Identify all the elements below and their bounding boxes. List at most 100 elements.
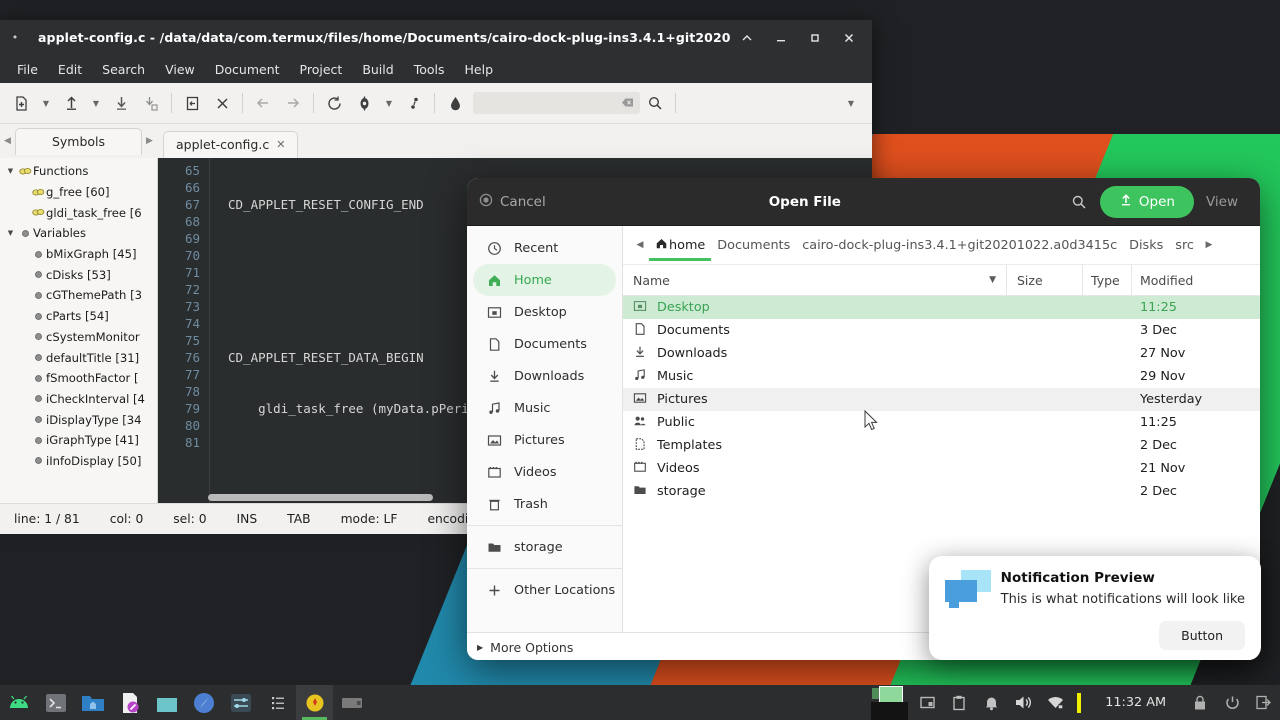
launcher-window-icon[interactable] [333,685,370,720]
expander-icon[interactable]: ▼ [4,229,17,237]
symbol-row[interactable]: iCheckInterval [4 [0,389,157,410]
launcher-browser-icon[interactable] [185,685,222,720]
menu-build[interactable]: Build [353,58,402,81]
save-all-icon[interactable] [136,88,166,118]
search-icon[interactable] [640,88,670,118]
column-header-name[interactable]: Name ▼ [623,273,1006,288]
search-icon[interactable] [1064,194,1094,210]
file-name-cell[interactable]: Videos [623,460,1017,478]
window-titlebar[interactable]: • applet-config.c - /data/data/com.termu… [0,20,872,55]
navigate-back-icon[interactable] [248,88,278,118]
sidebar-notebook[interactable]: ◀ Symbols ▶ [0,124,157,158]
view-button[interactable]: View [1200,194,1248,210]
symbol-row[interactable]: iGraphType [41] [0,430,157,451]
menu-help[interactable]: Help [456,58,503,81]
breadcrumb-next-icon[interactable]: ▶ [1200,240,1218,250]
notebook-tabs[interactable]: ◀ Symbols ▶ applet-config.c ✕ [0,124,872,158]
symbols-tree[interactable]: ▼ Functions g_free [60] gldi_task_free [… [0,158,158,503]
menu-document[interactable]: Document [206,58,289,81]
toolbar-overflow-chevron-down-icon[interactable]: ▼ [836,88,866,118]
sidebar-tab-next-icon[interactable]: ▶ [142,136,157,146]
menu-file[interactable]: File [8,58,47,81]
file-name-cell[interactable]: storage [623,483,1017,501]
breadcrumb-src[interactable]: src [1169,230,1200,260]
breadcrumb-home[interactable]: home [649,229,712,261]
sidebar-item-videos[interactable]: Videos [473,456,616,488]
table-row[interactable]: Videos 21 Nov [623,457,1260,480]
toolbar-search-box[interactable] [473,92,640,114]
triangle-right-icon[interactable]: ▶ [477,643,483,652]
file-name-cell[interactable]: Downloads [623,345,1017,363]
file-name-cell[interactable]: Desktop [623,299,1017,317]
save-icon[interactable] [106,88,136,118]
table-row[interactable]: Public 11:25 [623,411,1260,434]
minimize-icon[interactable] [764,20,798,55]
taskbar-clock[interactable]: 11:32 AM [1087,695,1184,710]
sidebar-item-desktop[interactable]: Desktop [473,296,616,328]
file-name-cell[interactable]: Documents [623,322,1017,340]
tab-close-icon[interactable]: ✕ [276,138,285,151]
symbol-row[interactable]: iInfoDisplay [50] [0,451,157,472]
notification-bell-icon[interactable] [975,685,1007,720]
sidebar-item-documents[interactable]: Documents [473,328,616,360]
sidebar-item-storage[interactable]: storage [473,531,616,563]
close-document-icon[interactable] [207,88,237,118]
table-row[interactable]: storage 2 Dec [623,480,1260,503]
symbol-row[interactable]: fSmoothFactor [ [0,368,157,389]
maximize-icon[interactable] [798,20,832,55]
launcher-menu-icon[interactable] [259,685,296,720]
tab-symbols[interactable]: Symbols [15,127,142,155]
breadcrumb-project[interactable]: cairo-dock-plug-ins3.4.1+git20201022.a0d… [796,230,1123,260]
symbol-row[interactable]: cGThemePath [3 [0,285,157,306]
table-row[interactable]: Downloads 27 Nov [623,342,1260,365]
menu-edit[interactable]: Edit [49,58,91,81]
shade-icon[interactable] [730,20,764,55]
compile-icon[interactable] [319,88,349,118]
sidebar-item-home[interactable]: Home [473,264,616,296]
open-file-icon[interactable] [56,88,86,118]
table-row[interactable]: Desktop 11:25 [623,296,1260,319]
symbol-row[interactable]: ▼ Variables [0,223,157,244]
sidebar-item-downloads[interactable]: Downloads [473,360,616,392]
column-headers[interactable]: Name ▼ Size Type Modified [623,265,1260,296]
color-picker-icon[interactable] [440,88,470,118]
clear-icon[interactable] [621,94,634,113]
launcher-video-player-icon[interactable] [148,685,185,720]
symbol-row[interactable]: g_free [60] [0,182,157,203]
sidebar-item-other-locations[interactable]: Other Locations [473,574,616,606]
cancel-button[interactable]: Cancel [479,193,546,211]
sidebar-item-recent[interactable]: Recent [473,232,616,264]
new-file-dropdown-icon[interactable]: ▼ [36,88,56,118]
open-button[interactable]: Open [1099,185,1194,218]
launcher-android-icon[interactable] [0,685,37,720]
file-name-cell[interactable]: Templates [623,437,1017,455]
symbol-row[interactable]: bMixGraph [45] [0,244,157,265]
breadcrumb-disks[interactable]: Disks [1123,230,1169,260]
lock-icon[interactable] [1184,685,1216,720]
fold-margin[interactable] [209,158,220,503]
symbol-row[interactable]: iDisplayType [34 [0,409,157,430]
table-row[interactable]: Templates 2 Dec [623,434,1260,457]
logout-icon[interactable] [1248,685,1280,720]
scrollbar-thumb[interactable] [208,494,433,501]
file-name-cell[interactable]: Pictures [623,391,1017,409]
launcher-terminal-icon[interactable] [37,685,74,720]
column-header-size[interactable]: Size [1006,265,1082,295]
run-icon[interactable] [399,88,429,118]
symbol-row[interactable]: defaultTitle [31] [0,347,157,368]
symbol-row[interactable]: cSystemMonitor [0,327,157,348]
toolbar-search-input[interactable] [479,95,621,111]
places-sidebar[interactable]: Recent Home Desktop Documents Downloads … [467,226,623,632]
launcher-files-icon[interactable] [74,685,111,720]
sidebar-tab-prev-icon[interactable]: ◀ [0,136,15,146]
wifi-locked-icon[interactable] [1039,685,1071,720]
build-icon[interactable] [349,88,379,118]
volume-icon[interactable] [1007,685,1039,720]
sidebar-item-music[interactable]: Music [473,392,616,424]
open-file-dropdown-icon[interactable]: ▼ [86,88,106,118]
file-name-cell[interactable]: Public [623,414,1017,432]
sidebar-item-trash[interactable]: Trash [473,488,616,520]
column-header-type[interactable]: Type [1082,265,1131,295]
menu-project[interactable]: Project [291,58,352,81]
breadcrumb-prev-icon[interactable]: ◀ [631,240,649,250]
